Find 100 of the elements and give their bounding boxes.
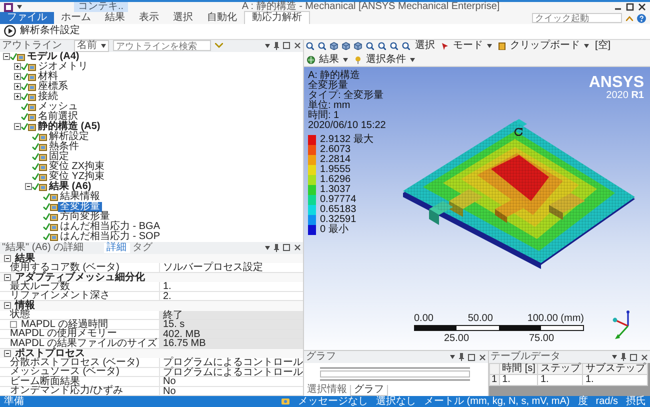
tree-item[interactable]: はんだ相当応力 - BGA (58, 222, 162, 232)
panel-tab[interactable]: 詳細 (104, 242, 130, 253)
caret-icon[interactable] (265, 246, 270, 250)
ribbon-tab[interactable]: 表示 (132, 12, 166, 24)
ribbon-tab[interactable]: ホーム (54, 12, 98, 24)
tree-item[interactable]: 変位 ZX拘束 (47, 162, 107, 172)
viewport-canvas[interactable]: A: 静的構造 全変形量 タイプ: 全変形量 単位: mm 時間: 1 2020/06/10 15:22 2.9132 最大 2.6073 2.2814 1.9555 1.6296 1.3037 0.97774 0.65183 0.32591 0 最小 ANSYS 2020 R1 0.00 50.00 100.00 (mm) 25.00 75.00 (304, 66, 650, 350)
pin-icon[interactable] (458, 353, 464, 362)
close-icon[interactable] (478, 354, 486, 361)
tree-item[interactable]: メッシュ (36, 102, 80, 112)
result-info-text: 2020/06/10 15:22 (308, 120, 386, 131)
ribbon-tab[interactable]: 自動化 (200, 12, 244, 24)
status-item[interactable]: メートル (mm, kg, N, s, mV, mA) (424, 396, 570, 406)
cube-icon[interactable] (330, 42, 338, 50)
panel-tab[interactable]: タグ (130, 242, 156, 253)
expander-icon[interactable] (14, 63, 21, 70)
tree-item[interactable]: モデル (A4) (25, 52, 82, 62)
toolbar-button[interactable]: 結果 (306, 54, 349, 65)
tree-item[interactable]: 結果 (A6) (47, 182, 94, 192)
pin-icon[interactable] (274, 42, 279, 50)
expander-icon[interactable] (4, 274, 11, 281)
legend-label: 0.65183 (320, 204, 356, 215)
expander-icon[interactable] (14, 123, 21, 130)
caret-icon[interactable] (17, 5, 22, 9)
panel-tab[interactable]: グラフ (350, 385, 388, 396)
caret-icon[interactable] (265, 44, 270, 48)
tree-item[interactable]: はんだ相当応力 - SOP (58, 232, 162, 242)
solve-button[interactable]: 解析条件設定 (0, 25, 84, 38)
tree-item[interactable]: 名前選択 (36, 112, 80, 122)
pin-icon[interactable] (274, 244, 279, 252)
toolbar-button[interactable]: [空] (594, 40, 612, 51)
tree-item[interactable]: 静的構造 (A5) (36, 122, 102, 132)
tree-item[interactable]: 方向変形量 (58, 212, 112, 222)
zoom-icon[interactable] (366, 42, 374, 50)
expander-icon[interactable] (14, 73, 21, 80)
quick-launch-field[interactable]: クイック起動 (532, 13, 622, 23)
expander-icon[interactable] (14, 83, 21, 90)
rotate-icon (514, 126, 523, 136)
help-icon[interactable] (637, 14, 646, 22)
file-menu-tab[interactable]: ファイル (0, 12, 54, 24)
tree-item[interactable]: 固定 (47, 152, 71, 162)
property-value[interactable]: ソルバープロセス設定 (160, 263, 303, 272)
toolbar-button[interactable]: モード (440, 40, 493, 51)
toolbar-button[interactable]: クリップボード (497, 40, 590, 51)
tree-item[interactable]: 変位 YZ拘束 (47, 172, 107, 182)
zoom-icon[interactable] (378, 42, 386, 50)
expander-icon[interactable] (14, 93, 21, 100)
toolbar-button[interactable]: 選択条件 (353, 54, 416, 65)
property-value[interactable]: 1. (160, 282, 303, 291)
property-value[interactable]: 2. (160, 292, 303, 300)
caret-icon[interactable] (450, 355, 455, 360)
tree-item[interactable]: 結果情報 (58, 192, 102, 202)
maximize-icon[interactable] (283, 244, 290, 252)
checkbox[interactable] (10, 320, 17, 328)
status-item[interactable]: 度 (578, 396, 588, 406)
pin-icon[interactable] (621, 353, 626, 362)
cube-icon[interactable] (342, 42, 350, 50)
tree-item[interactable]: 座標系 (36, 82, 70, 92)
property-value[interactable]: No (160, 377, 303, 386)
expander-icon[interactable] (25, 183, 32, 190)
tree-item[interactable]: 材料 (36, 72, 60, 82)
property-value[interactable]: プログラムによるコントロール (160, 368, 303, 376)
row-index: 1 (489, 374, 500, 386)
ribbon-tab[interactable]: 選択 (166, 12, 200, 24)
filter-dropdown[interactable]: 名前 (74, 40, 109, 52)
tree-item[interactable]: 解析設定 (47, 132, 91, 142)
ribbon-tab[interactable]: 動応力解析 (244, 11, 310, 24)
close-icon[interactable] (638, 3, 646, 11)
status-item[interactable]: rad/s (596, 396, 618, 406)
cube-icon[interactable] (354, 42, 362, 50)
tree-item[interactable]: ジオメトリ (36, 62, 90, 72)
search-options-icon[interactable] (215, 43, 223, 48)
collapse-ribbon-icon[interactable] (626, 16, 633, 20)
tree-item[interactable]: 熱条件 (47, 142, 81, 152)
expander-icon[interactable] (3, 53, 10, 60)
property-value[interactable]: No (160, 386, 303, 396)
outline-search-field[interactable]: アウトラインを検索 (113, 40, 211, 52)
toolbar-button[interactable]: 選択 (414, 40, 436, 51)
close-icon[interactable] (641, 354, 648, 361)
tree-node-icon (28, 122, 36, 131)
close-icon[interactable] (294, 244, 301, 252)
tree-item[interactable]: 接続 (36, 92, 60, 102)
expander-icon[interactable] (4, 350, 11, 357)
caret-icon[interactable] (612, 355, 617, 360)
maximize-icon[interactable] (626, 3, 634, 11)
zoom-icon[interactable] (390, 42, 398, 50)
property-value[interactable]: プログラムによるコントロール (160, 358, 303, 367)
maximize-icon[interactable] (283, 42, 290, 50)
panel-tab[interactable]: 選択情報 (304, 385, 350, 396)
zoom-icon[interactable] (402, 42, 410, 50)
zoom-icon[interactable] (318, 42, 326, 50)
maximize-icon[interactable] (468, 354, 475, 361)
ribbon-tab[interactable]: 結果 (98, 12, 132, 24)
status-item[interactable]: 摂氏 (626, 396, 646, 406)
zoom-icon[interactable] (306, 42, 314, 50)
close-icon[interactable] (294, 42, 301, 50)
expander-icon[interactable] (4, 254, 11, 262)
legend-label: 0 最小 (320, 224, 348, 235)
maximize-icon[interactable] (630, 354, 637, 361)
expander-icon[interactable] (4, 302, 11, 310)
